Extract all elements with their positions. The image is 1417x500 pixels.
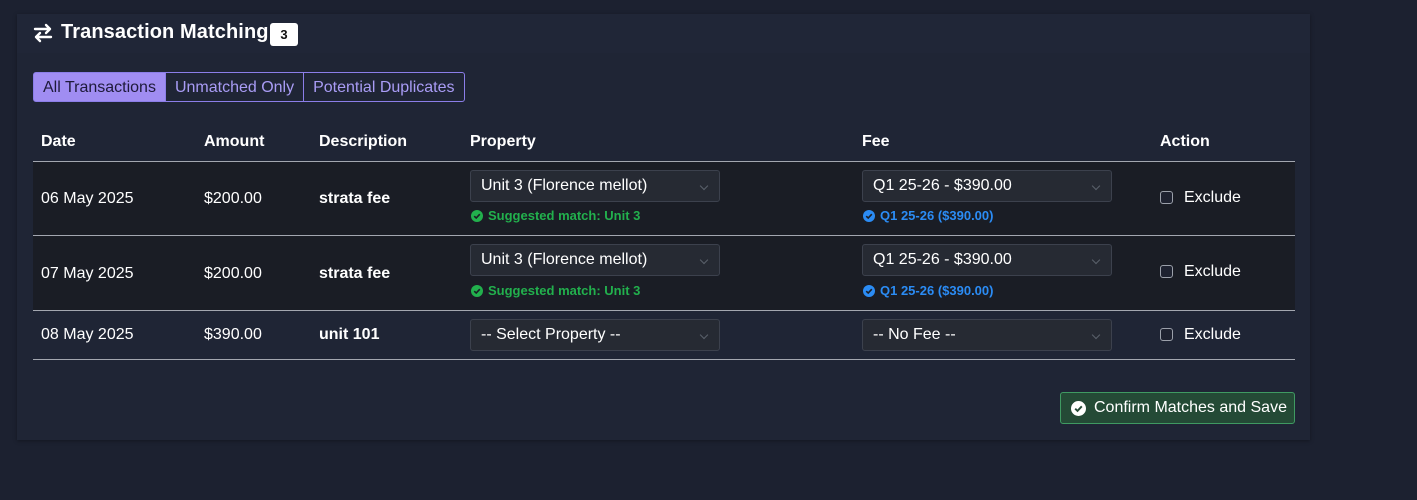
- chevron-down-icon: [699, 330, 709, 340]
- row-description: unit 101: [319, 326, 380, 343]
- fee-suggestion-text: Q1 25-26 ($390.00): [880, 208, 994, 223]
- column-header-fee: Fee: [862, 133, 890, 150]
- fee-select[interactable]: Q1 25-26 - $390.00: [862, 170, 1112, 202]
- row-amount: $390.00: [204, 326, 262, 343]
- tab-potential-duplicates[interactable]: Potential Duplicates: [304, 72, 465, 102]
- row-date: 08 May 2025: [41, 326, 134, 343]
- confirm-matches-button[interactable]: Confirm Matches and Save: [1060, 392, 1295, 424]
- fee-select[interactable]: -- No Fee --: [862, 319, 1112, 351]
- property-suggestion: Suggested match: Unit 3: [471, 283, 640, 298]
- row-date: 07 May 2025: [41, 265, 134, 282]
- property-select-value: Unit 3 (Florence mellot): [481, 177, 648, 194]
- property-select-value: -- Select Property --: [481, 326, 621, 343]
- page-title: Transaction Matching: [61, 21, 269, 43]
- exclude-label[interactable]: Exclude: [1184, 263, 1241, 281]
- exclude-label[interactable]: Exclude: [1184, 189, 1241, 207]
- property-select[interactable]: Unit 3 (Florence mellot): [470, 244, 720, 276]
- property-suggestion-text: Suggested match: Unit 3: [488, 208, 641, 223]
- row-date: 06 May 2025: [41, 190, 134, 207]
- count-badge: 3: [270, 23, 298, 46]
- column-header-description: Description: [319, 133, 408, 150]
- column-header-date: Date: [41, 133, 76, 150]
- row-divider: [33, 359, 1295, 360]
- chevron-down-icon: [1091, 330, 1101, 340]
- property-select-value: Unit 3 (Florence mellot): [481, 251, 648, 268]
- check-circle-icon: [471, 209, 483, 222]
- check-circle-icon: [1071, 400, 1086, 416]
- column-header-amount: Amount: [204, 133, 265, 150]
- chevron-down-icon: [1091, 181, 1101, 191]
- column-header-action: Action: [1160, 133, 1210, 150]
- row-description: strata fee: [319, 190, 391, 207]
- confirm-button-label: Confirm Matches and Save: [1094, 399, 1287, 416]
- column-header-property: Property: [470, 133, 536, 150]
- row-description: strata fee: [319, 265, 391, 282]
- transaction-matching-card: Transaction Matching 3 All Transactions …: [17, 14, 1310, 440]
- tab-unmatched-only[interactable]: Unmatched Only: [165, 72, 305, 102]
- check-circle-icon: [863, 209, 875, 222]
- fee-suggestion-text: Q1 25-26 ($390.00): [880, 283, 994, 298]
- fee-select-value: -- No Fee --: [873, 326, 956, 343]
- fee-suggestion: Q1 25-26 ($390.00): [863, 283, 993, 298]
- chevron-down-icon: [699, 181, 709, 191]
- table-row: 07 May 2025 $200.00 strata fee Unit 3 (F…: [33, 236, 1295, 310]
- check-circle-icon: [471, 284, 483, 297]
- exclude-label[interactable]: Exclude: [1184, 326, 1241, 344]
- property-suggestion-text: Suggested match: Unit 3: [488, 283, 641, 298]
- chevron-down-icon: [1091, 255, 1101, 265]
- tab-all-transactions[interactable]: All Transactions: [33, 72, 166, 102]
- property-select[interactable]: Unit 3 (Florence mellot): [470, 170, 720, 202]
- fee-select-value: Q1 25-26 - $390.00: [873, 251, 1012, 268]
- property-suggestion: Suggested match: Unit 3: [471, 208, 640, 223]
- exclude-checkbox[interactable]: [1160, 265, 1173, 278]
- fee-select[interactable]: Q1 25-26 - $390.00: [862, 244, 1112, 276]
- check-circle-icon: [863, 284, 875, 297]
- swap-arrows-icon: [33, 23, 53, 43]
- card-header: Transaction Matching 3: [17, 14, 1310, 53]
- exclude-checkbox[interactable]: [1160, 191, 1173, 204]
- exclude-checkbox[interactable]: [1160, 328, 1173, 341]
- table-row: 06 May 2025 $200.00 strata fee Unit 3 (F…: [33, 162, 1295, 235]
- row-amount: $200.00: [204, 190, 262, 207]
- property-select[interactable]: -- Select Property --: [470, 319, 720, 351]
- filter-tabs: All Transactions Unmatched Only Potentia…: [33, 72, 465, 102]
- table-row: 08 May 2025 $390.00 unit 101 -- Select P…: [33, 311, 1295, 359]
- fee-select-value: Q1 25-26 - $390.00: [873, 177, 1012, 194]
- chevron-down-icon: [699, 255, 709, 265]
- fee-suggestion: Q1 25-26 ($390.00): [863, 208, 993, 223]
- row-amount: $200.00: [204, 265, 262, 282]
